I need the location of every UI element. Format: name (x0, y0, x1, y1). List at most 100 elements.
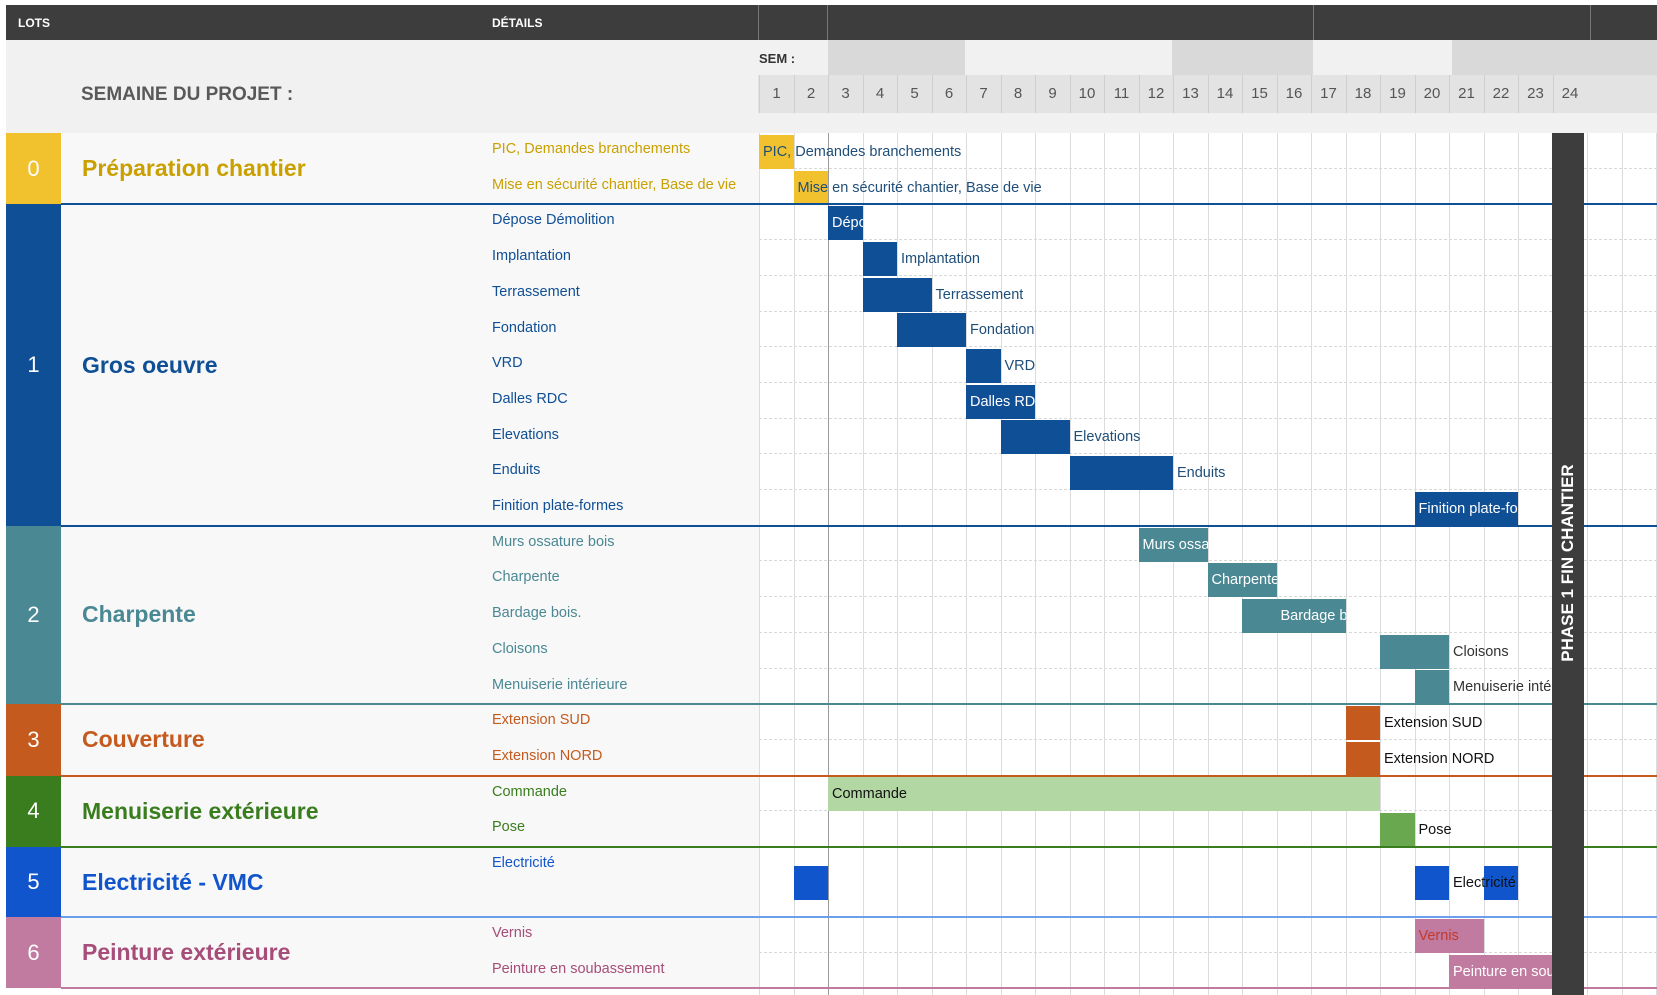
gantt-bar[interactable] (1414, 670, 1449, 705)
week-tick (1173, 75, 1174, 113)
task-label: Charpente (492, 569, 560, 586)
lot-name: Peinture extérieure (82, 939, 291, 966)
bar-label: Extension SUD (1384, 715, 1483, 732)
task-label: Menuiserie intérieure (492, 676, 628, 693)
week-number: 4 (875, 85, 885, 102)
bar-label: Menuiserie intérieure (1453, 679, 1553, 696)
week-tick (1552, 75, 1554, 113)
week-tick (1380, 75, 1381, 113)
week-number: 21 (1458, 85, 1475, 102)
lot-number: 1 (6, 204, 61, 526)
lot-separator (61, 524, 1657, 527)
bar-label: Bardage bois. (1280, 607, 1346, 624)
week-tick (1449, 75, 1450, 113)
lot-number: 4 (6, 775, 61, 847)
task-label: Cloisons (492, 640, 548, 657)
bar-label: Vernis (1418, 927, 1459, 944)
week-band (1452, 40, 1657, 75)
task-label: Extension NORD (492, 747, 603, 764)
week-number: 6 (944, 85, 954, 102)
week-number: 22 (1492, 85, 1510, 102)
gantt-bar[interactable] (828, 777, 1380, 812)
header-divider (1313, 5, 1314, 40)
gantt-bar[interactable] (1345, 741, 1380, 776)
week-tick (759, 75, 760, 113)
gantt-bar[interactable] (897, 313, 966, 348)
bar-label: Elevations (1073, 429, 1141, 446)
bar-label: Dalles RDC (970, 393, 1035, 410)
bar-label: Pose (1418, 822, 1452, 839)
week-number: 12 (1147, 85, 1165, 102)
lot-name: Charpente (82, 601, 196, 628)
bar-label: Terrassement (935, 286, 1024, 303)
gantt-bar[interactable] (793, 866, 828, 900)
grid-line (1587, 133, 1588, 995)
week-tick (1483, 75, 1485, 113)
lot-separator (61, 987, 1657, 990)
week-number: 19 (1389, 85, 1406, 102)
bar-label: Murs ossature bois (1142, 536, 1208, 553)
task-label: Finition plate-formes (492, 498, 624, 514)
week-number: 14 (1216, 85, 1234, 102)
week-number: 20 (1423, 85, 1441, 102)
lot-number: 3 (6, 704, 61, 776)
gantt-bar[interactable] (1380, 813, 1415, 848)
task-label: Mise en sécurité chantier, Base de vie (492, 176, 737, 193)
gantt-bar[interactable] (966, 349, 1001, 384)
gantt-bar[interactable] (1000, 420, 1070, 455)
lot-number: 2 (6, 525, 61, 705)
week-tick (1345, 75, 1347, 113)
lot-separator (61, 916, 1657, 918)
grid-line (1138, 133, 1140, 995)
row-gridline (759, 417, 1657, 420)
gantt-bar[interactable] (1069, 456, 1173, 491)
week-band (1172, 40, 1313, 75)
week-tick (862, 75, 864, 113)
lot-separator (61, 774, 1657, 777)
task-label: Murs ossature bois (492, 533, 615, 550)
grid-line (1311, 133, 1312, 995)
lot-separator (61, 846, 1657, 848)
lot-number: 5 (6, 847, 61, 917)
project-week-title: SEMAINE DU PROJET : (81, 84, 294, 105)
bar-label: Enduits (1177, 465, 1226, 482)
week-tick (1069, 75, 1071, 113)
week-tick (793, 75, 795, 113)
row-gridline (759, 951, 1657, 954)
gantt-bar[interactable] (1345, 706, 1380, 741)
week-tick (1414, 75, 1416, 113)
week-number: 17 (1320, 85, 1337, 102)
grid-line (1000, 133, 1002, 995)
task-label: Bardage bois. (492, 605, 582, 622)
gantt-bar[interactable] (862, 241, 897, 276)
lot-name: Menuiserie extérieure (82, 797, 319, 824)
header-divider (1590, 5, 1591, 40)
lot-name: Electricité - VMC (82, 868, 264, 895)
lot-separator (61, 203, 1657, 206)
bar-label: VRD (1004, 358, 1036, 375)
gantt-bar[interactable] (1380, 634, 1449, 669)
bar-label: Electricité (1453, 875, 1516, 891)
grid-line (1104, 133, 1105, 995)
week-tick (1035, 75, 1036, 113)
task-label: Terrassement (492, 283, 580, 300)
task-label: Elevations (492, 426, 559, 443)
grid-line (1276, 133, 1278, 995)
gantt-bar[interactable] (1414, 866, 1449, 900)
week-tick (966, 75, 967, 113)
row-gridline (759, 381, 1657, 384)
row-gridline (759, 239, 1657, 241)
row-gridline (759, 667, 1657, 670)
task-label: VRD (492, 355, 523, 372)
row-gridline (759, 738, 1657, 741)
week-number: 7 (979, 85, 988, 102)
lot-number: 0 (6, 133, 61, 205)
row-gridline (759, 560, 1657, 562)
gantt-bar[interactable] (862, 277, 932, 312)
bar-label: Implantation (901, 250, 980, 267)
header-divider (758, 5, 759, 40)
row-gridline (759, 346, 1657, 348)
week-tick (1138, 75, 1140, 113)
week-tick (897, 75, 898, 113)
bar-label: Commande (832, 786, 907, 803)
